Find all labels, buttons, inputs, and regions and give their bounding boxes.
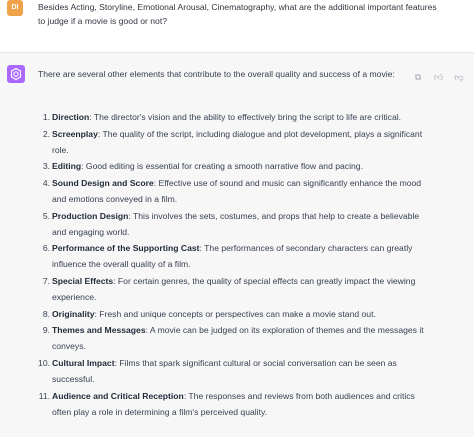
thumbs-down-icon[interactable]: 👎︎ — [454, 72, 464, 82]
assistant-intro: There are several other elements that co… — [38, 69, 395, 79]
list-item: 9. Themes and Messages: A movie can be ju… — [43, 322, 434, 354]
message-actions: ⧉ 👍︎ 👎︎ — [407, 67, 464, 85]
item-text: : Fresh and unique concepts or perspecti… — [94, 308, 376, 319]
list-item: 8. Originality: Fresh and unique concepts… — [43, 306, 434, 322]
list-item: 5. Production Design: This involves the s… — [43, 208, 434, 240]
assistant-avatar — [7, 65, 25, 83]
item-number: 7. — [42, 275, 50, 286]
list-item: 7. Special Effects: For certain genres, t… — [43, 273, 434, 305]
item-text: : The quality of the script, including d… — [52, 128, 423, 155]
item-title: Direction — [52, 112, 90, 122]
item-number: 11. — [38, 390, 50, 401]
openai-logo-icon — [10, 67, 22, 81]
item-number: 3. — [42, 161, 50, 172]
item-title: Audience and Critical Reception — [52, 390, 184, 401]
item-number: 4. — [42, 177, 50, 188]
item-number: 6. — [42, 243, 50, 254]
user-avatar: DI — [7, 0, 23, 16]
item-number: 1. — [42, 112, 50, 122]
assistant-message-row: ⧉ 👍︎ 👎︎ There are several other elements… — [0, 52, 474, 437]
item-number: 8. — [42, 308, 50, 319]
item-title: Production Design — [52, 210, 129, 221]
list-item: 6. Performance of the Supporting Cast: Th… — [43, 240, 434, 272]
feature-list: 1. Direction: The director's vision and t… — [38, 109, 434, 420]
item-title: Performance of the Supporting Cast — [52, 243, 200, 254]
list-item: 3. Editing: Good editing is essential for… — [43, 158, 434, 174]
user-question: Besides Acting, Storyline, Emotional Aro… — [38, 2, 437, 26]
item-number: 2. — [42, 128, 50, 139]
item-number: 9. — [42, 325, 50, 336]
user-message-row: DI Besides Acting, Storyline, Emotional … — [0, 0, 474, 52]
item-title: Sound Design and Score — [52, 177, 154, 188]
item-text: : Good editing is essential for creating… — [81, 161, 363, 172]
item-title: Editing — [52, 161, 82, 172]
list-item: 2. Screenplay: The quality of the script,… — [43, 126, 434, 158]
item-number: 10. — [38, 357, 50, 368]
thumbs-up-icon[interactable]: 👍︎ — [434, 72, 444, 82]
list-item: 10. Cultural Impact: Films that spark sig… — [38, 355, 434, 387]
item-title: Originality — [52, 308, 95, 319]
item-text: : The director's vision and the ability … — [89, 112, 402, 122]
item-title: Cultural Impact — [52, 357, 115, 368]
item-title: Special Effects — [52, 275, 114, 286]
item-title: Themes and Messages — [52, 325, 146, 336]
item-title: Screenplay — [52, 128, 98, 139]
copy-icon[interactable]: ⧉ — [413, 72, 423, 82]
list-item: 11. Audience and Critical Reception: The … — [39, 388, 434, 420]
item-number: 5. — [42, 210, 50, 221]
list-item: 4. Sound Design and Score: Effective use … — [43, 175, 434, 207]
list-item: 1. Direction: The director's vision and t… — [43, 109, 434, 125]
